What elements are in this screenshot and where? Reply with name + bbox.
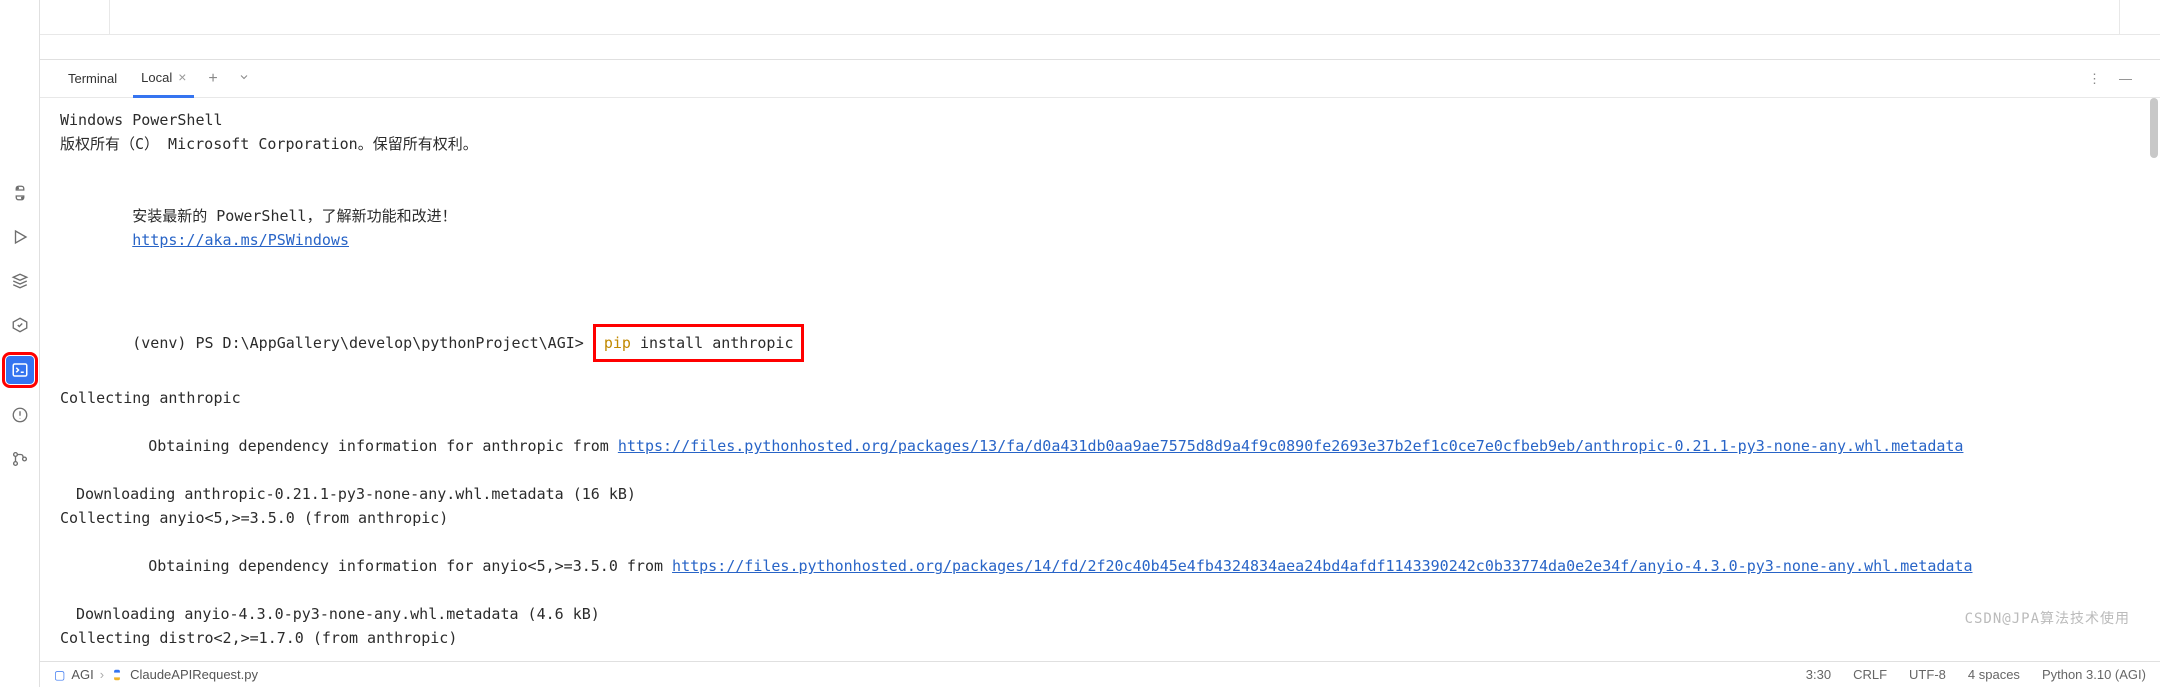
cursor-position[interactable]: 3:30: [1806, 667, 1831, 682]
add-tab-icon[interactable]: +: [202, 70, 223, 88]
terminal-output[interactable]: Windows PowerShell 版权所有（C） Microsoft Cor…: [40, 98, 2160, 661]
panel-title: Terminal: [60, 71, 125, 86]
indent-setting[interactable]: 4 spaces: [1968, 667, 2020, 682]
terminal-line: Collecting anyio<5,>=3.5.0 (from anthrop…: [60, 506, 2140, 530]
status-bar: ▢ AGI › ClaudeAPIRequest.py 3:30 CRLF UT…: [40, 661, 2160, 687]
tab-dropdown-icon[interactable]: [232, 70, 256, 88]
python-interpreter[interactable]: Python 3.10 (AGI): [2042, 667, 2146, 682]
close-tab-icon[interactable]: ×: [178, 69, 186, 85]
python-file-icon: [110, 668, 124, 682]
packages-icon[interactable]: [7, 268, 33, 294]
terminal-tab-label: Local: [141, 70, 172, 85]
terminal-line: Downloading anyio-4.3.0-py3-none-any.whl…: [60, 602, 2140, 626]
python-console-icon[interactable]: [7, 180, 33, 206]
line-ending[interactable]: CRLF: [1853, 667, 1887, 682]
terminal-line: 安装最新的 PowerShell，了解新功能和改进！ https://aka.m…: [60, 180, 2140, 276]
ps-windows-link[interactable]: https://aka.ms/PSWindows: [132, 231, 349, 249]
terminal-tab-local[interactable]: Local ×: [133, 60, 194, 98]
chevron-right-icon: ›: [100, 667, 104, 682]
terminal-line: Obtaining dependency information for ant…: [60, 410, 2140, 482]
editor-blank-area: [40, 0, 2160, 35]
terminal-line: Windows PowerShell: [60, 108, 2140, 132]
file-encoding[interactable]: UTF-8: [1909, 667, 1946, 682]
problems-icon[interactable]: [7, 402, 33, 428]
package-link[interactable]: https://files.pythonhosted.org/packages/…: [672, 557, 1972, 575]
more-options-icon[interactable]: ⋮: [2088, 71, 2101, 87]
module-icon[interactable]: ▢: [54, 668, 65, 682]
vcs-icon[interactable]: [7, 446, 33, 472]
terminal-line: Collecting anthropic: [60, 386, 2140, 410]
terminal-prompt-line: (venv) PS D:\AppGallery\develop\pythonPr…: [60, 300, 2140, 386]
package-link[interactable]: https://files.pythonhosted.org/packages/…: [618, 437, 1964, 455]
terminal-panel-header: Terminal Local × + ⋮ —: [40, 60, 2160, 98]
terminal-line: 版权所有（C） Microsoft Corporation。保留所有权利。: [60, 132, 2140, 156]
breadcrumb-file[interactable]: ClaudeAPIRequest.py: [130, 667, 258, 682]
terminal-line: Collecting distro<2,>=1.7.0 (from anthro…: [60, 626, 2140, 650]
run-icon[interactable]: [7, 224, 33, 250]
breadcrumb-project[interactable]: AGI: [71, 667, 93, 682]
scrollbar-thumb[interactable]: [2150, 98, 2158, 158]
terminal-icon[interactable]: [6, 356, 34, 384]
terminal-line: Obtaining dependency information for any…: [60, 530, 2140, 602]
terminal-line: Downloading anthropic-0.21.1-py3-none-an…: [60, 482, 2140, 506]
services-icon[interactable]: [7, 312, 33, 338]
highlighted-command: pip install anthropic: [593, 324, 805, 362]
minimize-panel-icon[interactable]: —: [2119, 71, 2132, 87]
left-tool-strip: [0, 0, 40, 687]
